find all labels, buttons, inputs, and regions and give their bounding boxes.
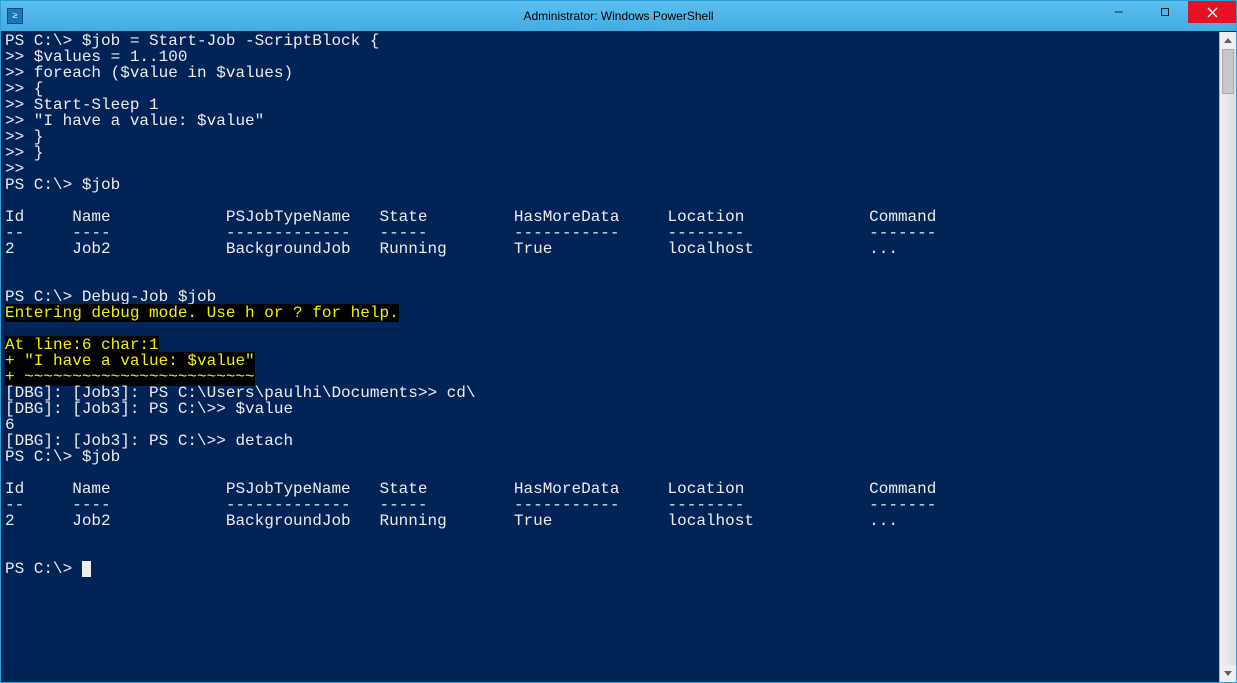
console-line: Id Name PSJobTypeName State HasMoreData … <box>5 481 1215 497</box>
console-line <box>5 529 1215 545</box>
console-line: Id Name PSJobTypeName State HasMoreData … <box>5 209 1215 225</box>
console-line: At line:6 char:1 <box>5 337 1215 353</box>
console-line: PS C:\> $job <box>5 449 1215 465</box>
console-line: PS C:\> <box>5 561 1215 577</box>
console-line: 2 Job2 BackgroundJob Running True localh… <box>5 513 1215 529</box>
scroll-down-button[interactable] <box>1220 665 1236 682</box>
console-line: >> "I have a value: $value" <box>5 113 1215 129</box>
powershell-window: ≥ Administrator: Windows PowerShell PS C… <box>0 0 1237 683</box>
powershell-icon[interactable]: ≥ <box>7 8 23 24</box>
console-line: >> <box>5 161 1215 177</box>
debug-highlight-text: Entering debug mode. Use h or ? for help… <box>5 304 399 322</box>
console-line: >> } <box>5 129 1215 145</box>
scrollbar-thumb[interactable] <box>1222 49 1234 94</box>
console-line: >> { <box>5 81 1215 97</box>
chevron-up-icon <box>1224 38 1232 43</box>
console-line: 2 Job2 BackgroundJob Running True localh… <box>5 241 1215 257</box>
console-line: >> } <box>5 145 1215 161</box>
console-line: + "I have a value: $value" <box>5 353 1215 369</box>
console-line <box>5 257 1215 273</box>
text-cursor <box>82 561 91 577</box>
console-line <box>5 321 1215 337</box>
minimize-button[interactable] <box>1096 1 1142 23</box>
console-line <box>5 273 1215 289</box>
close-icon <box>1207 7 1218 18</box>
console-line: Entering debug mode. Use h or ? for help… <box>5 305 1215 321</box>
console-line <box>5 545 1215 561</box>
console-line: >> foreach ($value in $values) <box>5 65 1215 81</box>
maximize-button[interactable] <box>1142 1 1188 23</box>
window-title: Administrator: Windows PowerShell <box>1 9 1236 23</box>
console-line: >> Start-Sleep 1 <box>5 97 1215 113</box>
console-line: -- ---- ------------- ----- ----------- … <box>5 225 1215 241</box>
vertical-scrollbar[interactable] <box>1219 32 1236 682</box>
chevron-down-icon <box>1224 671 1232 676</box>
titlebar[interactable]: ≥ Administrator: Windows PowerShell <box>1 1 1236 31</box>
console-line: PS C:\> Debug-Job $job <box>5 289 1215 305</box>
console-line: 6 <box>5 417 1215 433</box>
scrollbar-track[interactable] <box>1220 49 1236 665</box>
console-line: [DBG]: [Job3]: PS C:\Users\paulhi\Docume… <box>5 385 1215 401</box>
console-line <box>5 465 1215 481</box>
console-line: + ~~~~~~~~~~~~~~~~~~~~~~~~ <box>5 369 1215 385</box>
window-controls <box>1096 1 1236 31</box>
console-line: >> $values = 1..100 <box>5 49 1215 65</box>
console-line: PS C:\> $job <box>5 177 1215 193</box>
close-button[interactable] <box>1188 1 1236 23</box>
console-area[interactable]: PS C:\> $job = Start-Job -ScriptBlock {>… <box>1 31 1236 682</box>
scroll-up-button[interactable] <box>1220 32 1236 49</box>
console-line <box>5 193 1215 209</box>
console-line: -- ---- ------------- ----- ----------- … <box>5 497 1215 513</box>
icon-glyph: ≥ <box>12 11 17 21</box>
console-line: [DBG]: [Job3]: PS C:\>> detach <box>5 433 1215 449</box>
console-line: PS C:\> $job = Start-Job -ScriptBlock { <box>5 33 1215 49</box>
minimize-icon <box>1114 7 1124 17</box>
maximize-icon <box>1160 7 1170 17</box>
console-line: [DBG]: [Job3]: PS C:\>> $value <box>5 401 1215 417</box>
console-content[interactable]: PS C:\> $job = Start-Job -ScriptBlock {>… <box>1 32 1219 682</box>
